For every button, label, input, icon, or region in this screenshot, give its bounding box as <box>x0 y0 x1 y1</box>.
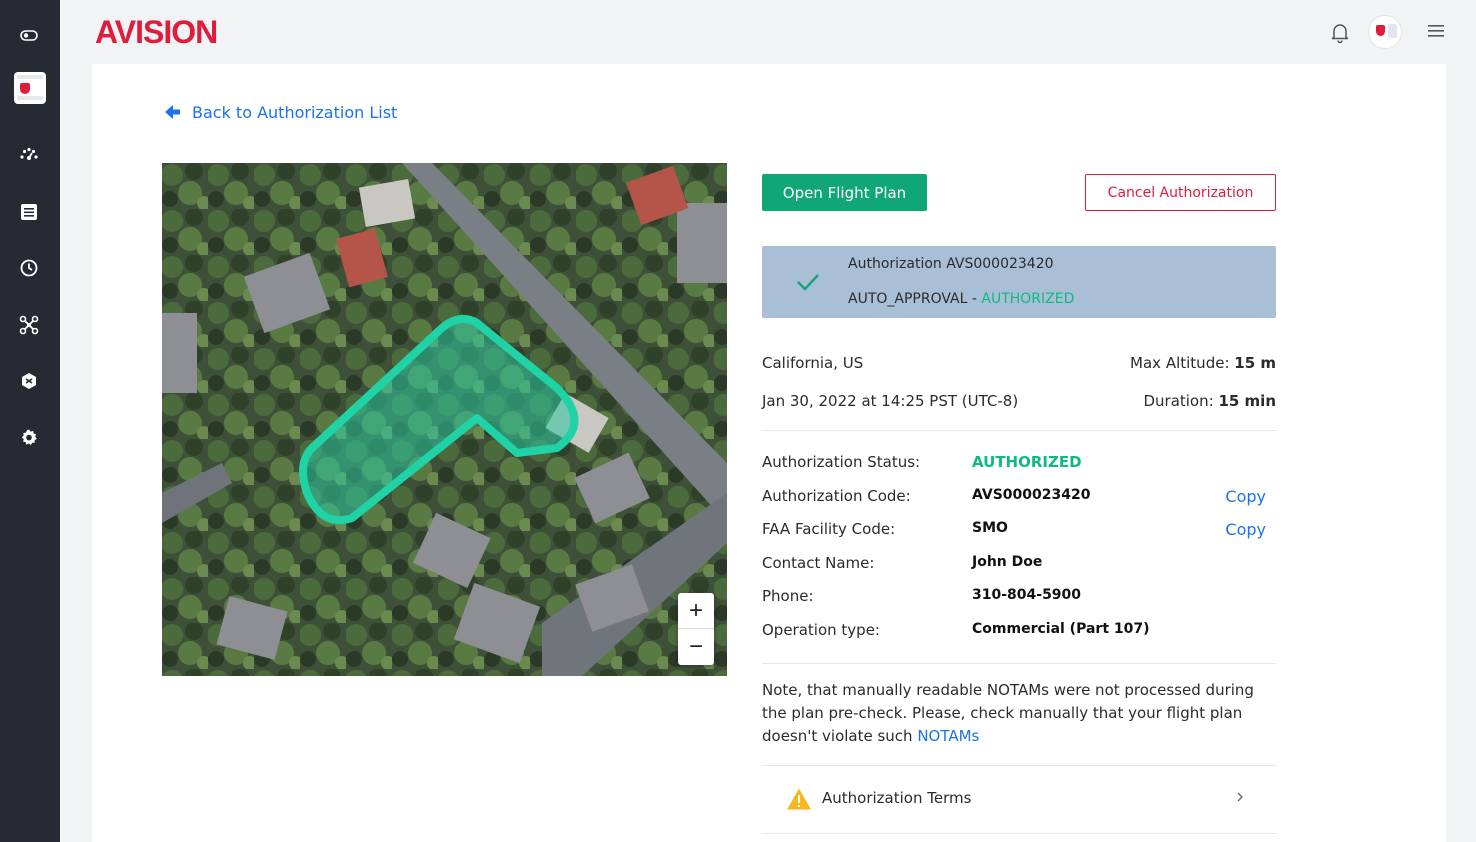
satellite-imagery <box>162 163 727 676</box>
map-zoom-control: + − <box>678 593 714 665</box>
zoom-in-button[interactable]: + <box>678 593 714 629</box>
avision-logo[interactable]: AVISION <box>95 14 218 51</box>
divider <box>762 833 1276 834</box>
status-badge: AUTHORIZED <box>972 453 1082 471</box>
authorization-status-text: AUTHORIZED <box>981 291 1075 307</box>
avatar[interactable] <box>1368 15 1402 49</box>
list-icon[interactable] <box>16 199 42 225</box>
duration: Duration: 15 min <box>1143 392 1276 410</box>
cancel-authorization-button[interactable]: Cancel Authorization <box>1085 174 1276 211</box>
max-altitude: Max Altitude: 15 m <box>1130 354 1276 372</box>
drone-icon[interactable] <box>16 312 42 338</box>
phone-row: Phone: 310-804-5900 <box>762 587 1082 605</box>
authorization-terms-label: Authorization Terms <box>822 789 972 807</box>
gear-icon[interactable] <box>16 425 42 451</box>
clock-icon[interactable] <box>16 255 42 281</box>
authorization-code-row: Authorization Code: AVS000023420 Copy <box>762 487 1266 506</box>
contact-row: Contact Name: John Doe <box>762 554 1043 572</box>
sidebar <box>0 0 60 842</box>
toggle-icon[interactable] <box>16 22 42 48</box>
copy-authorization-code-button[interactable]: Copy <box>1225 487 1266 506</box>
authorization-status-banner: Authorization AVS000023420 AUTO_APPROVAL… <box>762 246 1276 318</box>
project-thumbnail[interactable] <box>14 72 46 104</box>
divider <box>762 430 1276 431</box>
bell-icon[interactable] <box>1328 20 1352 44</box>
faa-code-row: FAA Facility Code: SMO Copy <box>762 520 1266 539</box>
dashboard-gauge-icon[interactable] <box>16 142 42 168</box>
divider <box>762 663 1276 664</box>
back-to-list-link[interactable]: Back to Authorization List <box>162 102 397 122</box>
authorization-title: Authorization AVS000023420 <box>848 256 1054 272</box>
operation-type-row: Operation type: Commercial (Part 107) <box>762 621 1150 639</box>
warning-icon <box>787 788 811 810</box>
hamburger-icon[interactable] <box>1426 22 1446 40</box>
location: California, US <box>762 354 864 372</box>
authorization-terms-row[interactable]: Authorization Terms <box>762 765 1276 833</box>
checkmark-icon <box>797 274 819 291</box>
datetime: Jan 30, 2022 at 14:25 PST (UTC-8) <box>762 392 1019 410</box>
status-row: Authorization Status: AUTHORIZED <box>762 453 1082 471</box>
main-content: Back to Authorization List + − Open Flig… <box>92 64 1446 842</box>
authorization-code: AVS000023420 <box>972 487 1091 503</box>
zoom-out-button[interactable]: − <box>678 629 714 665</box>
copy-faa-code-button[interactable]: Copy <box>1225 520 1266 539</box>
datetime-row: Jan 30, 2022 at 14:25 PST (UTC-8) Durati… <box>762 392 1276 410</box>
phone-number: 310-804-5900 <box>972 587 1082 603</box>
operation-type: Commercial (Part 107) <box>972 621 1150 637</box>
notam-note: Note, that manually readable NOTAMs were… <box>762 681 1254 745</box>
flight-map[interactable]: + − <box>162 163 727 676</box>
contact-name: John Doe <box>972 554 1043 570</box>
authorization-type: AUTO_APPROVAL - AUTHORIZED <box>848 291 1075 307</box>
open-flight-plan-button[interactable]: Open Flight Plan <box>762 174 927 211</box>
arrow-left-icon <box>165 105 180 119</box>
chevron-right-icon <box>1237 792 1243 802</box>
faa-code: SMO <box>972 520 1008 536</box>
box-icon[interactable] <box>16 368 42 394</box>
location-row: California, US Max Altitude: 15 m <box>762 354 1276 372</box>
top-header: AVISION <box>60 0 1476 64</box>
notams-link[interactable]: NOTAMs <box>917 727 979 745</box>
back-link-label: Back to Authorization List <box>192 102 398 122</box>
